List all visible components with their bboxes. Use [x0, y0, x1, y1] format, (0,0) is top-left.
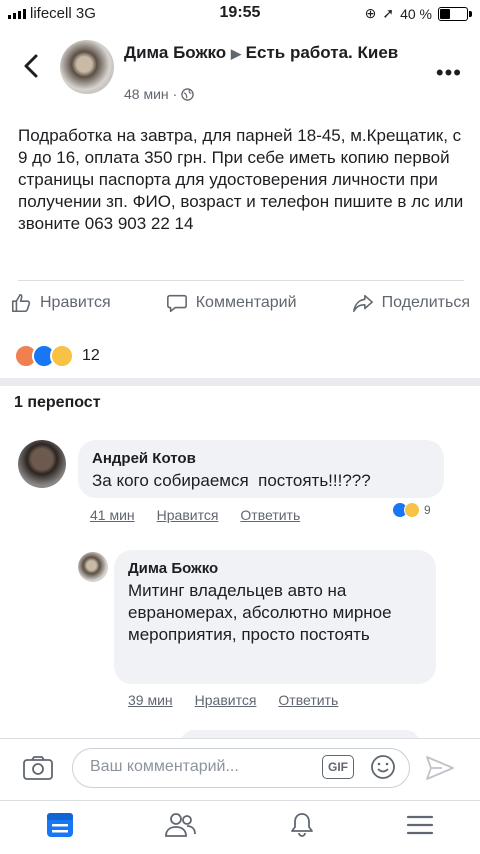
tab-notifications[interactable] — [288, 811, 316, 844]
reactions-summary[interactable]: 12 — [14, 344, 100, 368]
like-button[interactable]: Нравится — [10, 292, 111, 314]
reactions-count: 12 — [82, 347, 100, 364]
friends-icon — [165, 813, 197, 837]
comment-reply-button[interactable]: Ответить — [278, 692, 338, 708]
comment-time[interactable]: 39 мин — [128, 692, 173, 708]
globe-icon — [181, 87, 195, 101]
avatar[interactable] — [18, 440, 66, 488]
thumbs-up-icon — [11, 293, 31, 313]
tab-friends[interactable] — [164, 811, 198, 844]
comment-like-button[interactable]: Нравится — [157, 507, 219, 523]
comment-label: Комментарий — [195, 294, 297, 311]
share-icon — [352, 294, 373, 313]
post-time[interactable]: 48 мин — [124, 86, 169, 102]
tab-bar — [0, 800, 480, 854]
comment-reply-button[interactable]: Ответить — [240, 507, 300, 523]
bell-icon — [290, 813, 313, 837]
tab-news-feed[interactable] — [45, 811, 75, 844]
comment-like-button[interactable]: Нравится — [195, 692, 257, 708]
menu-icon — [407, 815, 434, 835]
avatar[interactable] — [78, 552, 108, 582]
orientation-lock-icon: ⊕ — [364, 5, 377, 21]
comment-bubble: Андрей Котов За кого собираемся постоять… — [78, 440, 444, 498]
comment-meta: 39 мин Нравится Ответить — [128, 692, 338, 708]
post-actions: Нравится Комментарий Поделиться — [10, 292, 470, 314]
divider — [18, 280, 464, 281]
share-label: Поделиться — [381, 294, 470, 311]
more-options-icon[interactable]: ••• — [436, 60, 462, 86]
comment-text: За кого собираемся постоять!!!??? — [92, 471, 371, 490]
tab-menu[interactable] — [405, 813, 435, 842]
section-separator — [0, 378, 480, 386]
status-bar: lifecell 3G 19:55 ⊕ ➚ 40 % — [0, 0, 480, 28]
post-meta: 48 мин · — [124, 86, 195, 102]
like-label: Нравится — [40, 294, 111, 311]
comment-reactions-count: 9 — [424, 503, 431, 517]
comment-reactions[interactable]: 9 — [392, 502, 431, 518]
comment-author[interactable]: Дима Божко — [128, 560, 218, 577]
post-header: Дима Божко ▶ Есть работа. Киев — [124, 42, 424, 65]
comment-button[interactable]: Комментарий — [166, 292, 297, 314]
gif-button[interactable]: GIF — [322, 755, 354, 779]
post-author[interactable]: Дима Божко — [124, 43, 226, 62]
comment-text: Митинг владельцев авто на евраномерах, а… — [128, 581, 392, 644]
comment-bubble: Дима Божко Митинг владельцев авто на евр… — [114, 550, 436, 684]
post-text: Подработка на завтра, для парней 18-45, … — [18, 126, 464, 233]
avatar[interactable] — [60, 40, 114, 94]
location-icon: ➚ — [382, 5, 395, 21]
emoji-icon[interactable] — [370, 754, 396, 780]
haha-reaction-icon — [404, 502, 420, 518]
comment-author[interactable]: Андрей Котов — [92, 450, 196, 467]
group-name[interactable]: Есть работа. Киев — [246, 43, 399, 62]
haha-reaction-icon — [50, 344, 74, 368]
arrow-right-icon: ▶ — [230, 46, 241, 61]
send-icon[interactable] — [424, 754, 456, 782]
back-button[interactable] — [14, 46, 48, 86]
share-button[interactable]: Поделиться — [352, 292, 470, 314]
news-feed-icon — [46, 813, 73, 837]
comment-time[interactable]: 41 мин — [90, 507, 135, 523]
battery-icon — [438, 6, 472, 21]
comment-meta: 41 мин Нравится Ответить — [90, 507, 300, 523]
battery-percent: 40 % — [400, 5, 432, 22]
comment-input-placeholder: Ваш комментарий... — [90, 758, 239, 775]
camera-icon[interactable] — [22, 754, 54, 782]
shares-count[interactable]: 1 перепост — [14, 394, 101, 412]
comment-icon — [166, 294, 187, 313]
